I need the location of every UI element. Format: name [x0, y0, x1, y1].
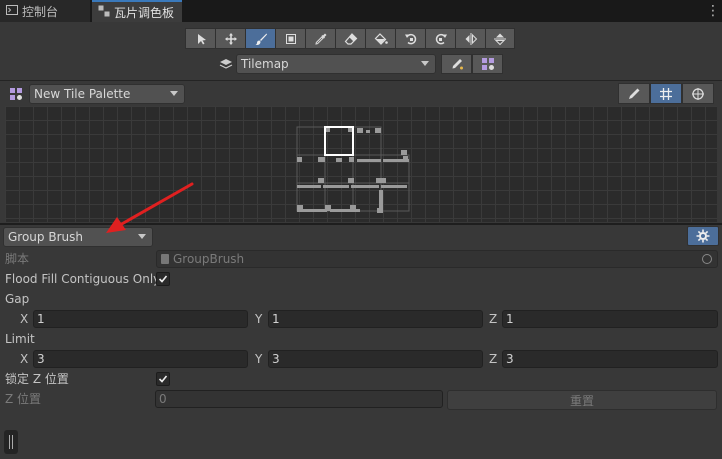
limit-label: Limit — [5, 332, 35, 346]
gap-z-field[interactable]: 1 — [502, 310, 718, 328]
palette-tiles — [296, 126, 410, 213]
divider — [0, 80, 722, 81]
limit-x-field[interactable]: 3 — [33, 350, 248, 368]
tile-palette-icon — [98, 5, 110, 20]
gap-x-field[interactable]: 1 — [33, 310, 248, 328]
limit-y-field[interactable]: 3 — [268, 350, 483, 368]
palette-dropdown-value: New Tile Palette — [34, 87, 131, 101]
chevron-down-icon — [138, 234, 146, 239]
rotate-cw-icon[interactable] — [425, 28, 455, 49]
palette-grid-canvas[interactable] — [5, 106, 717, 222]
tab-console-label: 控制台 — [22, 4, 59, 19]
gap-x-label: X — [20, 312, 29, 326]
chevron-down-icon — [170, 91, 178, 96]
tool-bar — [185, 28, 515, 49]
palette-icon — [9, 87, 23, 101]
limit-z-field[interactable]: 3 — [502, 350, 718, 368]
gizmos-icon[interactable] — [682, 83, 714, 104]
limit-y-label: Y — [255, 352, 263, 366]
gap-y-label: Y — [255, 312, 263, 326]
fill-bucket-icon[interactable] — [365, 28, 395, 49]
gap-z-label: Z — [489, 312, 498, 326]
grid-icon[interactable] — [650, 83, 682, 104]
script-object-field: GroupBrush — [156, 250, 718, 268]
tile-palette-settings-icon[interactable] — [472, 54, 503, 74]
flood-fill-checkbox[interactable] — [156, 272, 170, 286]
tab-tile-palette[interactable]: 瓦片调色板 — [92, 0, 182, 22]
lock-z-checkbox[interactable] — [156, 372, 170, 386]
rotate-ccw-icon[interactable] — [395, 28, 425, 49]
flip-y-icon[interactable] — [485, 28, 515, 49]
palette-dropdown[interactable]: New Tile Palette — [29, 84, 185, 104]
lock-z-label: 锁定 Z 位置 — [5, 372, 69, 386]
reset-button[interactable]: 重置 — [447, 390, 717, 410]
divider — [0, 223, 722, 225]
brush-settings-button[interactable] — [687, 226, 719, 246]
limit-x-label: X — [20, 352, 29, 366]
chevron-down-icon — [421, 61, 429, 66]
flood-fill-label: Flood Fill Contiguous Only — [5, 272, 161, 286]
box-fill-icon[interactable] — [275, 28, 305, 49]
limit-z-label: Z — [489, 352, 498, 366]
tilemap-dropdown[interactable]: Tilemap — [236, 54, 436, 74]
console-icon — [6, 4, 18, 19]
vertical-ellipsis-icon[interactable]: ⋮ — [706, 3, 720, 19]
script-value: GroupBrush — [173, 252, 245, 266]
gap-label: Gap — [5, 292, 30, 306]
select-icon[interactable] — [185, 28, 215, 49]
tab-tile-palette-label: 瓦片调色板 — [114, 5, 175, 20]
checkmark-icon — [158, 275, 168, 283]
brush-dropdown-value: Group Brush — [8, 230, 83, 244]
picker-icon[interactable] — [305, 28, 335, 49]
palette-view-tools — [618, 83, 714, 104]
flip-x-icon[interactable] — [455, 28, 485, 49]
z-position-field[interactable]: 0 — [155, 390, 443, 408]
eraser-icon[interactable] — [335, 28, 365, 49]
checkmark-icon — [158, 375, 168, 383]
tilemap-tool-group — [441, 54, 503, 74]
brush-settings-icon — [696, 229, 710, 243]
layers-icon — [219, 57, 233, 71]
edit-pencil-icon[interactable] — [618, 83, 650, 104]
tilemap-picker-icon[interactable] — [441, 54, 472, 74]
gap-y-field[interactable]: 1 — [268, 310, 483, 328]
resize-grip-icon[interactable] — [4, 430, 18, 454]
brush-dropdown[interactable]: Group Brush — [3, 227, 153, 247]
tab-console[interactable]: 控制台 — [0, 0, 90, 22]
tilemap-dropdown-value: Tilemap — [241, 57, 289, 71]
z-position-label: Z 位置 — [5, 392, 42, 406]
script-file-icon — [161, 254, 169, 264]
object-picker-icon[interactable] — [702, 254, 712, 264]
script-label: 脚本 — [5, 252, 30, 266]
paint-brush-icon[interactable] — [245, 28, 275, 49]
move-icon[interactable] — [215, 28, 245, 49]
